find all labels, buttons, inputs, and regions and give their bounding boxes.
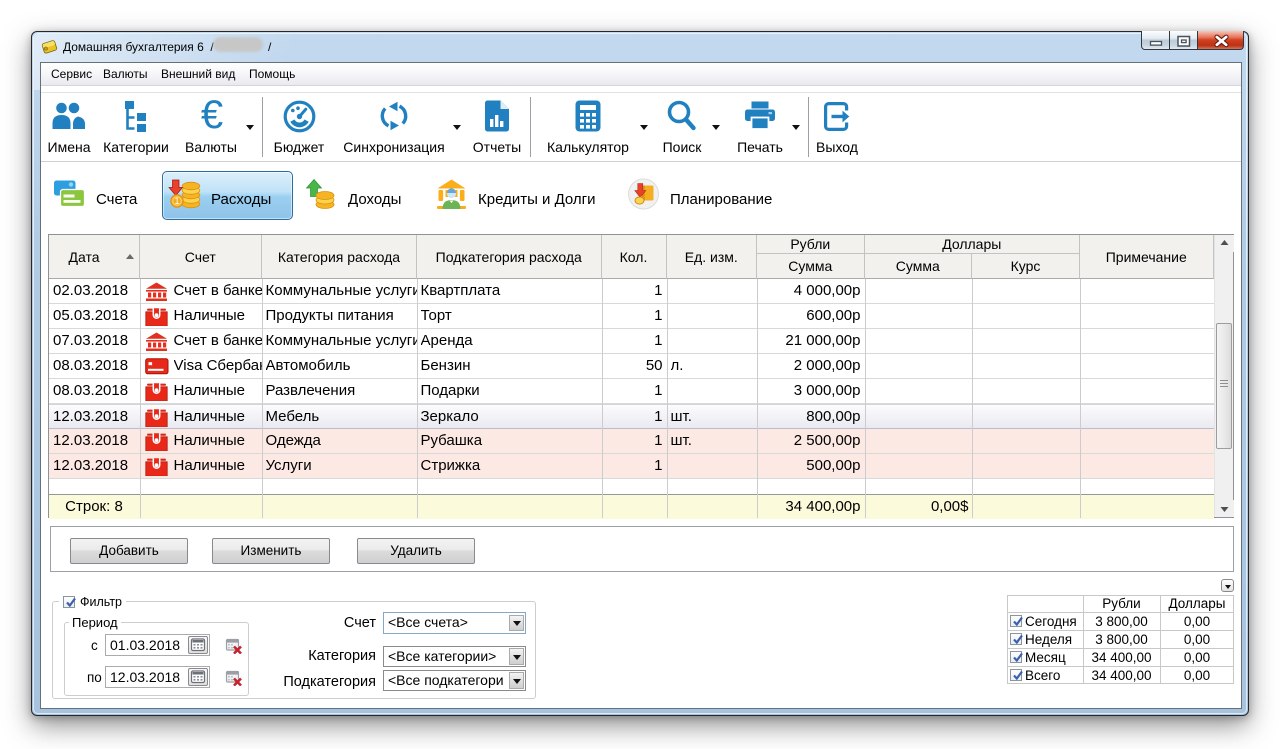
svg-text:1: 1 — [174, 196, 179, 206]
svg-text:€: € — [201, 99, 223, 133]
